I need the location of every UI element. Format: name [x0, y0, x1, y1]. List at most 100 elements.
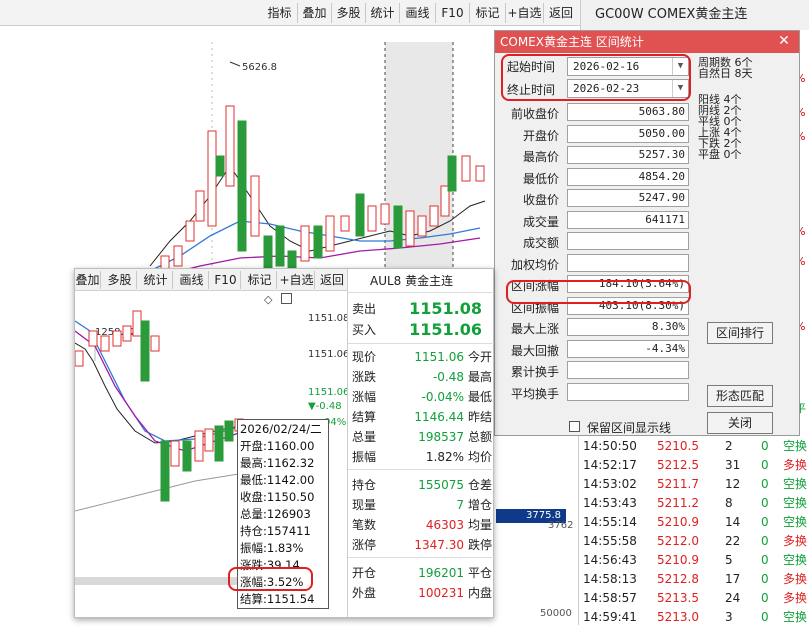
overlay-button[interactable]: 叠加	[75, 271, 101, 289]
tick-time: 14:56:43	[583, 553, 637, 567]
stat-label: 最低价	[522, 171, 559, 186]
candle	[207, 130, 217, 227]
stat-label: 成交量	[522, 214, 559, 229]
popup-date: 2026/02/24/二	[240, 422, 322, 436]
tick-row: 14:55:58 5212.0 22 0 多换	[579, 531, 809, 552]
tick-volume: 17	[725, 572, 741, 586]
candle	[250, 175, 260, 237]
stat-value-field: 4854.20	[567, 167, 689, 186]
quote-row: 涨跌 -0.48 最高	[348, 367, 494, 387]
close-icon[interactable]: ✕	[775, 32, 793, 51]
quote-row: 涨幅 -0.04% 最低	[348, 387, 494, 407]
mark-button[interactable]: 标记	[243, 271, 277, 289]
tick-kind: 空换	[783, 515, 808, 529]
candle	[224, 420, 234, 442]
candle	[355, 193, 365, 237]
tick-price: 5211.7	[657, 477, 699, 491]
add-watchlist-button[interactable]: +自选	[506, 3, 544, 23]
quote-row: 外盘 100231 内盘	[348, 583, 494, 603]
stat-label: 收盘价	[522, 193, 559, 207]
back-button[interactable]: 返回	[317, 271, 347, 289]
interval-rank-button[interactable]: 区间排行	[707, 322, 773, 344]
stat-value-field: 641171	[567, 210, 689, 229]
stat-label: 平均换手	[510, 386, 559, 401]
candle	[170, 440, 180, 467]
keep-line-checkbox[interactable]	[569, 421, 580, 432]
quote-label: 涨停	[352, 538, 377, 552]
highlight-ring-bar-change	[228, 567, 313, 591]
tick-oi-change: 0	[761, 553, 769, 567]
tick-volume: 31	[725, 458, 741, 472]
tick-time: 14:50:50	[583, 439, 637, 453]
quote-value: 1146.44	[414, 410, 464, 424]
quote-value: 1151.06	[414, 350, 464, 364]
candle	[173, 245, 183, 267]
candle	[160, 440, 170, 502]
mark-button[interactable]: 标记	[470, 3, 506, 23]
tick-kind: 多换	[783, 572, 808, 586]
indicator-button[interactable]: 指标	[262, 3, 298, 23]
f10-button[interactable]: F10	[436, 3, 470, 23]
tick-time: 14:58:57	[583, 591, 637, 605]
candle	[380, 203, 390, 225]
pattern-match-button[interactable]: 形态匹配	[707, 385, 773, 407]
candle	[132, 310, 142, 337]
tick-volume: 8	[725, 496, 733, 510]
quote-label: 持仓	[352, 478, 377, 492]
quote-right-label: 最低	[467, 390, 492, 404]
back-button[interactable]: 返回	[544, 3, 578, 23]
popup-line: 振幅:1.83%	[240, 541, 304, 555]
tick-time: 14:55:58	[583, 534, 637, 548]
quote-value: 1347.30	[414, 538, 464, 552]
quote-value: -0.04%	[421, 390, 464, 404]
candle	[475, 165, 485, 182]
stat-label: 最高价	[522, 150, 559, 164]
draw-line-button[interactable]: 画线	[400, 3, 436, 23]
tick-volume: 12	[725, 477, 741, 491]
tick-oi-change: 0	[761, 458, 769, 472]
tick-oi-change: 0	[761, 572, 769, 586]
quote-row: 现量 7 增仓	[348, 495, 494, 515]
tick-oi-change: 0	[761, 496, 769, 510]
multi-stock-button[interactable]: 多股	[103, 271, 137, 289]
stat-label: 最大回撤	[510, 343, 559, 358]
quote-value: 196201	[418, 566, 464, 580]
quote-label: 开仓	[352, 566, 377, 580]
tick-price: 5212.5	[657, 458, 699, 472]
tick-price: 5212.8	[657, 572, 699, 586]
quote-title: AUL8 黄金主连	[348, 269, 494, 293]
quote-right-label: 最高	[467, 370, 492, 384]
draw-line-button[interactable]: 画线	[175, 271, 209, 289]
quote-row: 结算 1146.44 昨结	[348, 407, 494, 427]
front-toolbar: 叠加 多股 统计 画线 F10 标记 +自选 返回	[75, 269, 347, 291]
statistics-button[interactable]: 统计	[366, 3, 400, 23]
tick-kind: 多换	[783, 458, 808, 472]
axis-price-1: 1151.08	[308, 313, 350, 324]
quote-row: 持仓 155075 仓差	[348, 475, 494, 495]
overlay-button[interactable]: 叠加	[298, 3, 332, 23]
candle	[367, 205, 377, 232]
candle	[75, 350, 84, 367]
quote-right-label: 仓差	[467, 478, 492, 492]
interval-stats-dialog: COMEX黄金主连 区间统计 ✕ 起始时间 2026-02-16 ▼ 终止时间 …	[494, 30, 800, 436]
statistics-button[interactable]: 统计	[139, 271, 173, 289]
candle	[214, 425, 224, 462]
tick-volume: 22	[725, 534, 741, 548]
stat-value-field	[567, 361, 689, 379]
tick-row: 14:55:14 5210.9 14 0 空换	[579, 512, 809, 533]
quote-label: 结算	[352, 410, 377, 424]
multi-stock-button[interactable]: 多股	[332, 3, 366, 23]
tick-oi-change: 0	[761, 439, 769, 453]
add-watchlist-button[interactable]: +自选	[279, 271, 315, 289]
f10-button[interactable]: F10	[211, 271, 241, 289]
quote-value: 100231	[418, 586, 464, 600]
quote-value: -0.48	[432, 370, 464, 384]
instrument-title: GC00W COMEX黄金主连	[580, 0, 809, 30]
close-button[interactable]: 关闭	[707, 412, 773, 434]
candle	[300, 225, 310, 262]
popup-line: 总量:126903	[240, 507, 311, 521]
stat-label: 累计换手	[510, 365, 559, 379]
candle	[215, 155, 225, 177]
popup-line: 最高:1162.32	[240, 456, 315, 470]
stat-value-field: 8.30%	[567, 318, 689, 336]
